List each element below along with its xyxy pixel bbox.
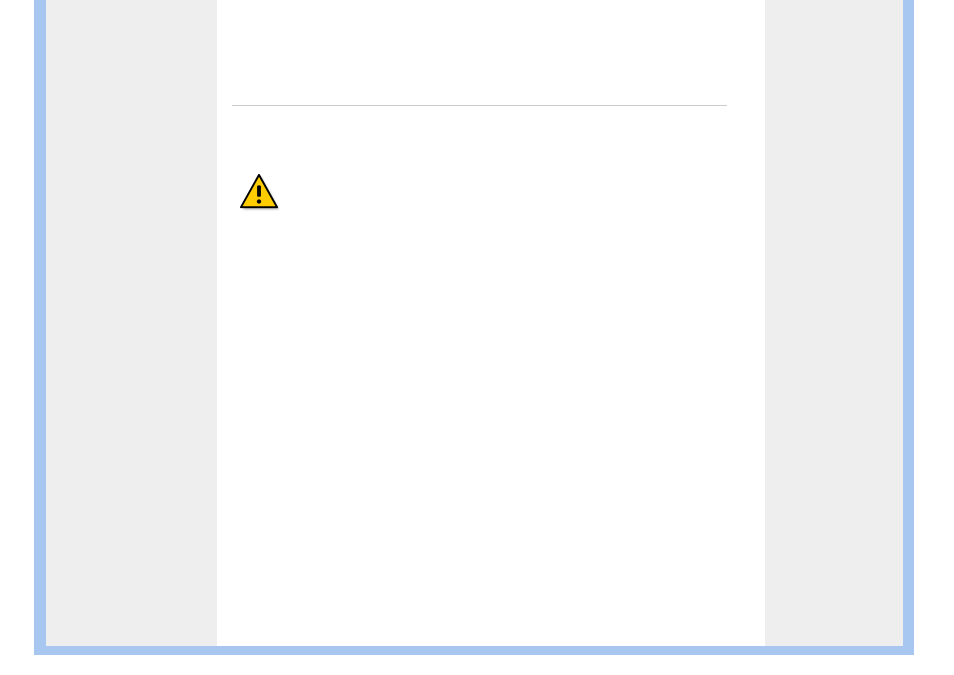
right-frame-edge <box>904 22 914 654</box>
horizontal-divider <box>232 105 727 106</box>
bottom-frame-edge <box>34 647 914 655</box>
warning-icon <box>238 173 282 213</box>
content-area <box>217 0 765 646</box>
